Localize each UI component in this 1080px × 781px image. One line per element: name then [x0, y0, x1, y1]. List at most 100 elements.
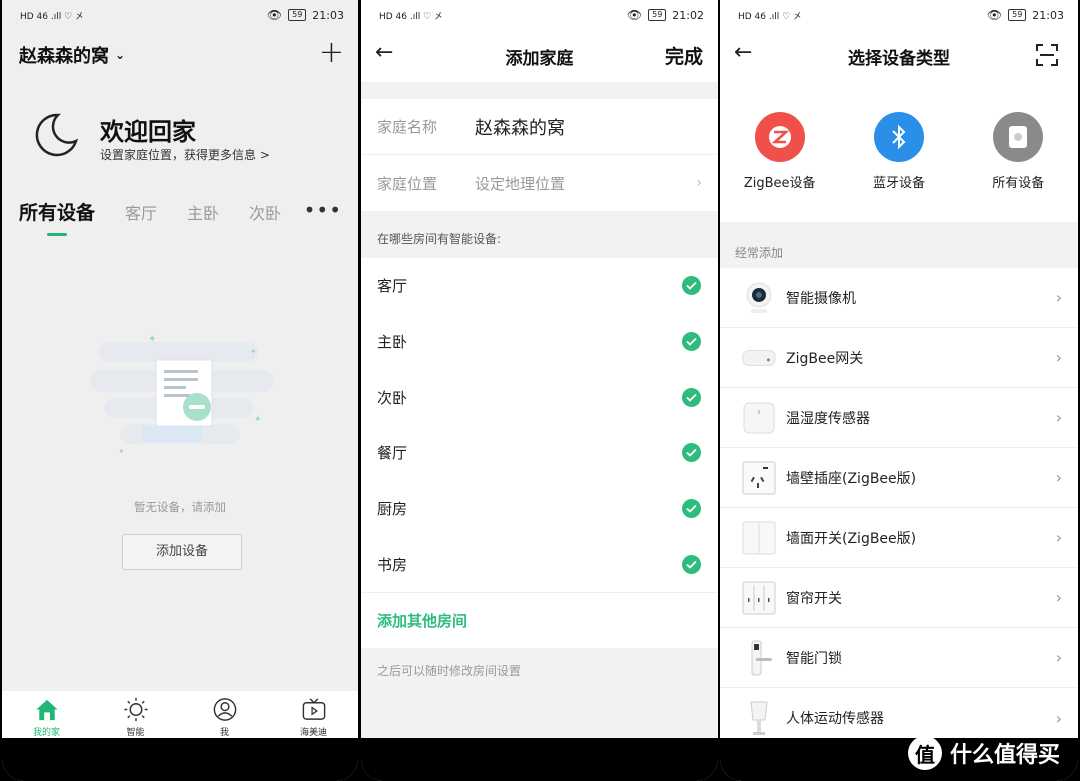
list-item[interactable]: 墙壁插座(ZigBee版) › — [720, 448, 1078, 508]
type-all-devices[interactable]: 所有设备 — [968, 112, 1068, 222]
home-name: 赵森森的窝 — [19, 46, 109, 67]
curtain-switch-icon — [742, 581, 776, 615]
nav-label: 海美迪 — [299, 728, 327, 738]
tv-icon — [302, 698, 325, 720]
top-bar: ← 选择设备类型 — [720, 30, 1078, 82]
device-list: 智能摄像机 › ZigBee网关 › 温湿度传感器 › 墙壁插座(ZigBee版… — [720, 268, 1078, 748]
rooms-header: 在哪些房间有智能设备: — [377, 232, 502, 246]
status-bar: HD 46 .ıll ♡ 㐅 👁 59 21:02 — [361, 0, 718, 30]
empty-illustration: ✦ ✦ ✦ ✦ — [90, 334, 274, 456]
tab-master-bedroom[interactable]: 主卧 — [187, 200, 219, 224]
type-label: 所有设备 — [992, 176, 1045, 191]
check-icon[interactable] — [682, 276, 701, 296]
list-item[interactable]: 智能摄像机 › — [720, 268, 1078, 328]
list-item[interactable]: 智能门锁 › — [720, 628, 1078, 688]
chevron-right-icon: › — [1055, 288, 1062, 307]
scan-icon[interactable] — [1036, 44, 1058, 66]
socket-icon — [742, 461, 776, 495]
type-label: 蓝牙设备 — [872, 176, 925, 191]
user-icon — [213, 698, 236, 721]
moon-icon — [35, 113, 79, 157]
nav-label: 我 — [219, 728, 229, 738]
watermark-text: 什么值得买 — [950, 743, 1061, 768]
home-name-row[interactable]: 家庭名称 赵森森的窝 — [361, 99, 718, 155]
nav-my-home[interactable]: 我的家 — [7, 691, 87, 738]
room-item[interactable]: 餐厅 — [361, 425, 718, 481]
type-zigbee[interactable]: ZigBee设备 — [730, 112, 830, 222]
chevron-right-icon: › — [1055, 588, 1062, 607]
check-icon[interactable] — [682, 443, 701, 463]
home-location-row[interactable]: 家庭位置 设定地理位置 › — [361, 155, 718, 211]
check-icon[interactable] — [682, 554, 701, 574]
gateway-icon — [742, 341, 776, 375]
device-label: 温湿度传感器 — [786, 410, 870, 427]
home-location-field[interactable]: 设定地理位置 — [475, 173, 565, 194]
status-left: HD 46 .ıll ♡ 㐅 — [379, 12, 444, 22]
plus-icon[interactable]: + — [319, 38, 344, 68]
tab-living-room[interactable]: 客厅 — [125, 200, 157, 224]
zigbee-icon — [754, 112, 805, 162]
room-item[interactable]: 次卧 — [361, 369, 718, 425]
room-item[interactable]: 书房 — [361, 536, 718, 592]
bottom-nav: 我的家 智能 我 海美迪 — [2, 691, 358, 738]
check-icon[interactable] — [682, 499, 701, 519]
list-item[interactable]: 墙面开关(ZigBee版) › — [720, 508, 1078, 568]
tab-second-bedroom[interactable]: 次卧 — [249, 200, 281, 224]
welcome-title: 欢迎回家 — [100, 118, 196, 146]
chevron-right-icon: › — [1055, 528, 1062, 547]
sun-icon — [123, 697, 148, 722]
check-icon[interactable] — [682, 332, 701, 352]
list-item[interactable]: ZigBee网关 › — [720, 328, 1078, 388]
room-label: 客厅 — [377, 277, 408, 296]
room-item[interactable]: 厨房 — [361, 481, 718, 537]
device-label: 人体运动传感器 — [786, 711, 884, 727]
empty-text: 暂无设备，请添加 — [134, 500, 226, 514]
type-bluetooth[interactable]: 蓝牙设备 — [849, 112, 949, 222]
chevron-right-icon: › — [1055, 708, 1062, 728]
done-button[interactable]: 完成 — [665, 42, 703, 69]
device-icon — [993, 112, 1044, 162]
door-lock-icon — [742, 640, 776, 675]
device-label: ZigBee网关 — [786, 350, 864, 367]
home-name-dropdown[interactable]: 赵森森的窝 ⌄ — [19, 42, 125, 68]
home-icon — [35, 699, 58, 721]
svg-text:✦: ✦ — [118, 447, 125, 456]
select-device-type-screen: HD 46 .ıll ♡ 㐅 👁 59 21:03 ← 选择设备类型 ZigBe… — [720, 0, 1078, 781]
device-label: 智能摄像机 — [786, 290, 856, 307]
status-time: 21:03 — [1032, 8, 1064, 22]
bluetooth-icon — [873, 112, 924, 162]
check-icon[interactable] — [682, 387, 701, 407]
eye-icon: 👁 — [266, 8, 283, 22]
room-label: 次卧 — [377, 388, 408, 407]
add-device-button[interactable]: 添加设备 — [122, 534, 242, 570]
sensor-icon — [742, 401, 776, 435]
watermark-logo: 值 — [908, 736, 942, 770]
home-name-field[interactable]: 赵森森的窝 — [475, 114, 565, 140]
battery-icon: 59 — [288, 9, 307, 21]
device-label: 窗帘开关 — [786, 590, 842, 607]
nav-smart[interactable]: 智能 — [96, 691, 176, 738]
eye-icon: 👁 — [626, 8, 643, 22]
set-location-link[interactable]: 设置家庭位置，获得更多信息 > — [100, 146, 270, 163]
room-list: 客厅 主卧 次卧 餐厅 厨房 书房 添加其他房间 — [361, 258, 718, 649]
home-name-label: 家庭名称 — [377, 118, 438, 136]
status-left: HD 46 .ıll ♡ 㐅 — [738, 12, 803, 22]
room-label: 餐厅 — [377, 444, 408, 463]
list-item[interactable]: 温湿度传感器 › — [720, 388, 1078, 448]
tab-all-devices[interactable]: 所有设备 — [19, 198, 95, 236]
room-item[interactable]: 客厅 — [361, 258, 718, 314]
nav-himedia[interactable]: 海美迪 — [274, 691, 354, 738]
more-icon[interactable]: ••• — [304, 198, 342, 222]
device-type-grid: ZigBee设备 蓝牙设备 所有设备 — [720, 82, 1078, 222]
battery-icon: 59 — [1008, 9, 1027, 21]
room-item[interactable]: 主卧 — [361, 314, 718, 370]
eye-icon: 👁 — [986, 8, 1003, 22]
list-item[interactable]: 窗帘开关 › — [720, 568, 1078, 628]
status-bar: HD 46 .ıll ♡ 㐅 👁 59 21:03 — [720, 0, 1078, 30]
status-left: HD 46 .ıll ♡ 㐅 — [20, 12, 85, 22]
nav-me[interactable]: 我 — [185, 691, 265, 738]
room-tabs: 所有设备 客厅 主卧 次卧 — [19, 198, 281, 236]
type-label: ZigBee设备 — [743, 176, 816, 191]
add-other-room-button[interactable]: 添加其他房间 — [361, 592, 718, 648]
top-bar: ← 添加家庭 完成 — [361, 30, 718, 82]
